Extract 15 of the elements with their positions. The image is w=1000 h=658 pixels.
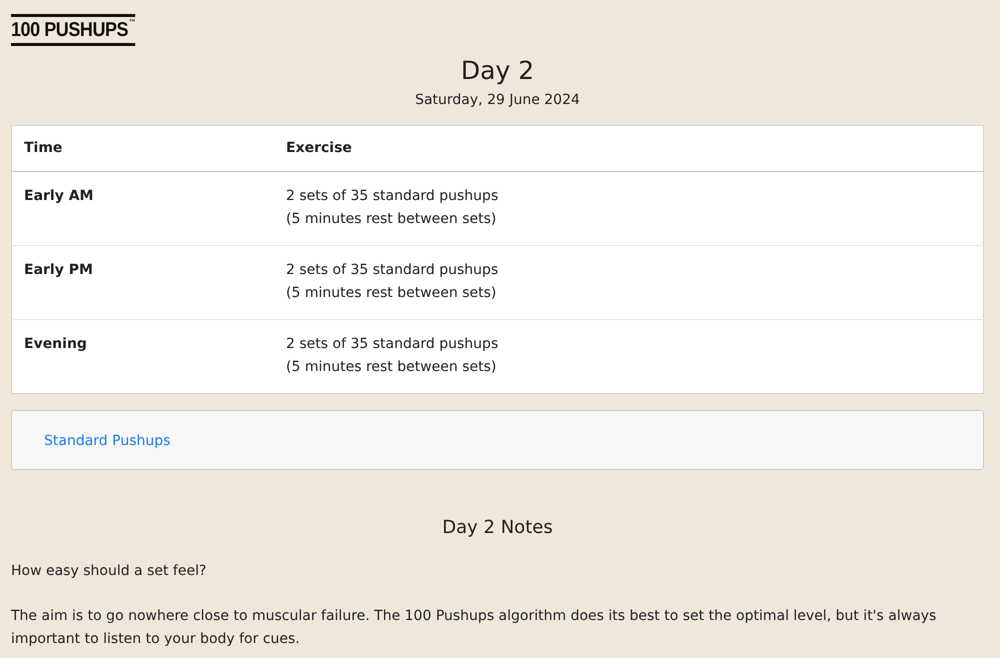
- notes-heading: Day 2 Notes: [441, 517, 554, 538]
- exercise-cell: 2 sets of 35 standard pushups (5 minutes rest between sets): [274, 246, 984, 320]
- notes-paragraph: How easy should a set feel?: [11, 562, 208, 581]
- time-cell: Early AM: [12, 172, 274, 246]
- date-text: Saturday, 29 June 2024: [414, 92, 581, 108]
- logo[interactable]: 100 PUSHUPS$^{™}$: [11, 14, 135, 46]
- notes-paragraph: The aim is to go nowhere close to muscular failure. The 100 Pushups algorithm does its best to set the optimal level, but it's always important to listen to your body for cues.: [11, 607, 938, 649]
- exercise-cell: 2 sets of 35 standard pushups (5 minutes rest between sets): [274, 320, 984, 394]
- exercise-link[interactable]: Standard Pushups: [44, 433, 170, 449]
- column-header: Time: [12, 126, 274, 172]
- column-header: Exercise: [274, 126, 984, 172]
- time-cell: Evening: [12, 320, 274, 394]
- exercise-cell: 2 sets of 35 standard pushups (5 minutes rest between sets): [274, 172, 984, 246]
- time-cell: Early PM: [12, 246, 274, 320]
- page-title: Day 2: [460, 56, 536, 86]
